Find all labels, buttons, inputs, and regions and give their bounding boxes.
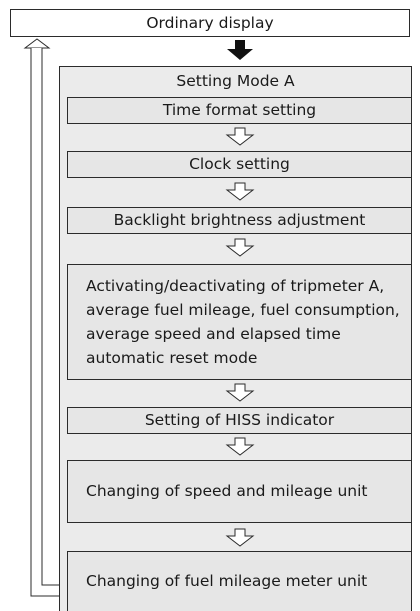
ordinary-display-label: Ordinary display [146,14,274,32]
step-clock: Clock setting [67,151,412,178]
step-label: Activating/deactivating of tripmeter A, … [86,276,400,368]
step-hiss-indicator: Setting of HISS indicator [67,407,412,434]
step-label: Setting of HISS indicator [144,410,335,429]
ordinary-display-box: Ordinary display [10,9,410,37]
step-label: Clock setting [189,154,290,173]
step-reset-mode: Activating/deactivating of tripmeter A, … [67,264,412,380]
step-label: Changing of fuel mileage meter unit [86,572,368,591]
step-label: Changing of speed and mileage unit [86,482,368,501]
setting-mode-title: Setting Mode A [176,72,295,90]
step-speed-mileage-unit: Changing of speed and mileage unit [67,460,412,523]
step-time-format: Time format setting [67,97,412,124]
step-label: Time format setting [162,100,317,119]
step-backlight: Backlight brightness adjustment [67,207,412,234]
step-label: Backlight brightness adjustment [113,210,366,229]
step-fuel-mileage-unit: Changing of fuel mileage meter unit [67,551,412,611]
